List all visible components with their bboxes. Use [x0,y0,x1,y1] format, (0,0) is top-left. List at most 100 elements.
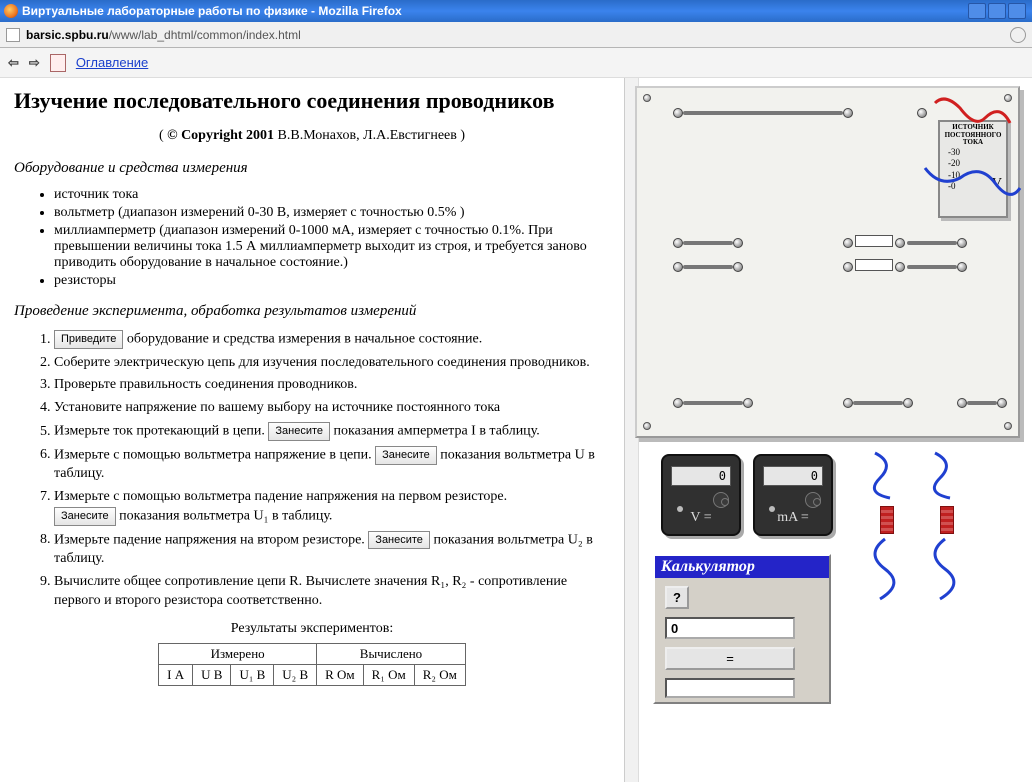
terminal[interactable] [997,398,1007,408]
terminal[interactable] [895,262,905,272]
copyright: ( © Copyright 2001 В.В.Монахов, Л.А.Евст… [14,128,610,144]
wire-blue[interactable] [920,158,1030,258]
table-header: I А [159,664,193,685]
toc-link[interactable]: Оглавление [76,55,148,70]
ammeter-reading: 0 [763,466,823,486]
list-item: Соберите электрическую цепь для изучения… [54,354,610,373]
terminal[interactable] [843,398,853,408]
record-button[interactable]: Занесите [368,531,430,550]
wire [853,401,903,405]
ammeter-unit: mA = [755,510,831,526]
calculator-display[interactable]: 0 [665,617,795,639]
address-bar[interactable]: barsic.spbu.ru/www/lab_dhtml/common/inde… [0,22,1032,48]
list-item: Проверьте правильность соединения провод… [54,376,610,395]
reset-button[interactable]: Приведите [54,330,123,349]
calculator-help-button[interactable]: ? [665,586,689,609]
table-header: R₁ Ом [363,664,414,685]
list-item: Вычислите общее сопротивление цепи R. Вы… [54,573,610,611]
terminal[interactable] [843,238,853,248]
terminal[interactable] [673,262,683,272]
page-icon [6,28,20,42]
calculator-equals-button[interactable]: = [665,647,795,670]
terminal[interactable] [733,238,743,248]
wire [683,111,843,115]
terminal[interactable] [843,108,853,118]
table-header: R₂ Ом [414,664,465,685]
section-equipment: Оборудование и средства измерения [14,160,610,177]
ammeter[interactable]: 0 mA = [753,454,833,536]
document-icon [50,54,66,72]
table-header: U₁ В [231,664,274,685]
voltmeter-unit: V = [663,510,739,526]
list-item: источник тока [54,187,610,203]
url-text[interactable]: barsic.spbu.ru/www/lab_dhtml/common/inde… [26,28,301,42]
list-item: вольтметр (диапазон измерений 0-30 В, из… [54,205,610,221]
list-item: Измерьте с помощью вольтметра напряжение… [54,446,610,484]
record-button[interactable]: Занесите [268,422,330,441]
table-group-header: Измерено [159,643,317,664]
knob-icon[interactable] [721,498,729,506]
record-button[interactable]: Занесите [375,446,437,465]
list-item: Приведите оборудование и средства измере… [54,330,610,350]
calculator-title: Калькулятор [655,556,829,578]
table-group-header: Вычислено [317,643,466,664]
screw-icon [1004,422,1012,430]
terminal[interactable] [843,262,853,272]
window-titlebar: Виртуальные лабораторные работы по физик… [0,0,1032,22]
list-item: Измерьте ток протекающий в цепи. Занесит… [54,422,610,442]
voltmeter-reading: 0 [671,466,731,486]
terminal[interactable] [673,238,683,248]
terminal[interactable] [957,262,967,272]
content-pane[interactable]: Изучение последовательного соединения пр… [0,78,625,782]
section-procedure: Проведение эксперимента, обработка резул… [14,303,610,320]
list-item: Измерьте с помощью вольтметра падение на… [54,488,610,526]
steps-list: Приведите оборудование и средства измере… [54,330,610,611]
forward-button[interactable]: ⇨ [29,55,40,71]
wire [967,401,997,405]
results-table: Измерено Вычислено I А U В U₁ В U₂ В R О… [158,643,466,686]
wire-blue[interactable] [925,534,975,604]
terminal[interactable] [903,398,913,408]
table-header: R Ом [317,664,364,685]
record-button[interactable]: Занесите [54,507,116,526]
terminal[interactable] [673,108,683,118]
wire [683,265,733,269]
knob-icon[interactable] [813,498,821,506]
list-item: миллиамперметр (диапазон измерений 0-100… [54,223,610,271]
window-controls[interactable] [968,3,1026,19]
wire [683,241,733,245]
wire-blue[interactable] [865,534,915,604]
resistor-component[interactable] [880,506,894,534]
page-title: Изучение последовательного соединения пр… [14,88,610,114]
nav-toolbar: ⇦ ⇨ Оглавление [0,48,1032,78]
wire-blue[interactable] [865,448,915,508]
equipment-list: источник тока вольтметр (диапазон измере… [54,187,610,289]
screw-icon [643,422,651,430]
wire [683,401,743,405]
terminal[interactable] [743,398,753,408]
list-item: резисторы [54,273,610,289]
voltmeter[interactable]: 0 V = [661,454,741,536]
resistor-component[interactable] [940,506,954,534]
terminal[interactable] [733,262,743,272]
resistor[interactable] [855,235,893,247]
terminal[interactable] [895,238,905,248]
maximize-button[interactable] [988,3,1006,19]
table-header: U В [193,664,231,685]
close-button[interactable] [1008,3,1026,19]
list-item: Измерьте падение напряжения на втором ре… [54,531,610,569]
reload-icon[interactable] [1010,27,1026,43]
calculator-panel: Калькулятор ? 0 = [653,554,831,704]
minimize-button[interactable] [968,3,986,19]
table-title: Результаты экспериментов: [14,621,610,637]
calculator-output [665,678,795,698]
terminal[interactable] [957,398,967,408]
list-item: Установите напряжение по вашему выбору н… [54,399,610,418]
window-title: Виртуальные лабораторные работы по физик… [22,4,402,18]
table-header: U₂ В [274,664,317,685]
resistor[interactable] [855,259,893,271]
firefox-icon [4,4,18,18]
terminal[interactable] [673,398,683,408]
back-button[interactable]: ⇦ [8,55,19,71]
wire-blue[interactable] [925,448,975,508]
